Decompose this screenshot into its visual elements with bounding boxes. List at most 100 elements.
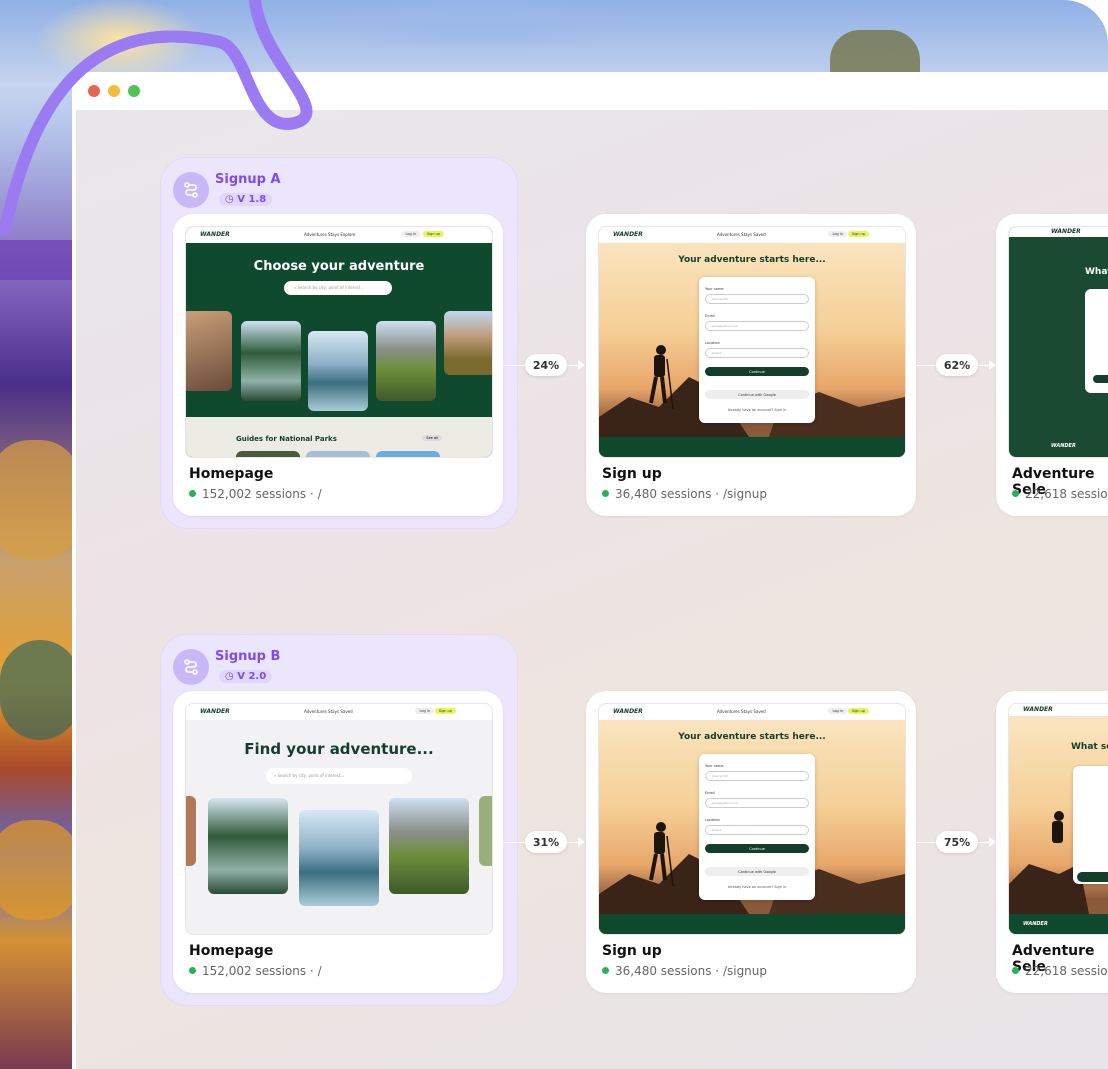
status-dot [189, 490, 196, 497]
preview-login-button: Log in [401, 231, 420, 237]
page-preview: WANDER Adventures Stays Saved Log in Sig… [598, 703, 906, 935]
preview-selection-panel [1073, 766, 1108, 884]
preview-email-field: jane@yahoo.com [705, 321, 809, 331]
preview-photo [389, 798, 469, 894]
preview-signup-form: Your name Jane Smith Email jane@yahoo.co… [699, 754, 815, 900]
preview-field-placeholder: Jane Smith [712, 774, 729, 778]
session-count: 36,480 sessions [615, 487, 712, 501]
preview-location-select: Select... [705, 348, 809, 358]
preview-continue-button [1093, 375, 1108, 383]
version-label: V 1.8 [237, 194, 267, 205]
page-preview: WANDER Adventures Stays Saved Log in Sig… [185, 703, 493, 935]
preview-headline: Find your adventure... [244, 740, 434, 758]
page-card-homepage[interactable]: WANDER Adventures Stays Explore Log in S… [173, 214, 503, 516]
page-card-signup[interactable]: WANDER Adventures Stays Saved Log in Sig… [586, 691, 916, 993]
preview-photo [236, 451, 300, 457]
preview-logo: WANDER [1023, 706, 1053, 713]
preview-signup-button: Sign up [434, 708, 456, 714]
status-dot [1012, 490, 1019, 497]
session-count: 22,618 session [1025, 487, 1108, 501]
preview-logo: WANDER [613, 231, 643, 238]
page-stats: 36,480 sessions · /signup [602, 964, 767, 978]
version-badge: ◷ V 2.0 [219, 670, 273, 683]
page-stats: 22,618 session [1012, 964, 1108, 978]
preview-see-all-button: See all [422, 435, 442, 441]
preview-nav-links: Adventures Stays Explore [304, 232, 356, 237]
preview-login-button: Log in [828, 231, 847, 237]
status-dot [1012, 967, 1019, 974]
preview-navbar: WANDER Adventures Stays Saved Log in Sig… [599, 704, 905, 720]
preview-photo [241, 321, 301, 401]
page-card-adventure-selection[interactable]: WANDER What so WANDER Adventure Sele 22,… [996, 691, 1108, 993]
conversion-rate[interactable]: 75% [936, 831, 978, 853]
preview-search-bar: ⌕ Search by city, point of interest... [284, 281, 392, 295]
page-stats: 152,002 sessions · / [189, 964, 322, 978]
preview-nav-links: Adventures Stays Saved [717, 709, 766, 714]
preview-footer: WANDER [1009, 914, 1108, 934]
preview-continue-button: Continue [705, 367, 809, 376]
preview-logo: WANDER [1051, 228, 1081, 235]
preview-email-field: jane@yahoo.com [705, 798, 809, 808]
preview-navbar: WANDER Adventures Stays Saved Log in Sig… [186, 704, 492, 720]
preview-photo [186, 796, 196, 866]
preview-search-placeholder: Search by city, point of interest... [277, 773, 345, 778]
flow-icon [173, 649, 209, 685]
group-title: Signup A [215, 172, 281, 187]
preview-signup-form: Your name Jane Smith Email jane@yahoo.co… [699, 277, 815, 423]
preview-photo [308, 331, 368, 411]
preview-google-button: Continue with Google [705, 867, 809, 876]
status-dot [189, 967, 196, 974]
preview-field-label: Email [705, 314, 715, 318]
session-count: 22,618 session [1025, 964, 1108, 978]
preview-google-button: Continue with Google [705, 390, 809, 399]
preview-login-button: Log in [828, 708, 847, 714]
preview-guides-section: Guides for National Parks See all [186, 417, 492, 457]
page-preview: WANDER What so WANDER [1008, 703, 1108, 935]
preview-footer [599, 914, 905, 934]
page-preview: WANDER Adventures Stays Explore Log in S… [185, 226, 493, 458]
preview-signin-link: Already have an account? Sign in [727, 408, 787, 412]
page-name: Sign up [602, 466, 662, 482]
page-path: / [317, 964, 322, 978]
conversion-rate[interactable]: 62% [936, 354, 978, 376]
page-preview: WANDER What WANDER [1008, 226, 1108, 458]
page-card-homepage[interactable]: WANDER Adventures Stays Saved Log in Sig… [173, 691, 503, 993]
preview-field-label: Email [705, 791, 715, 795]
preview-field-placeholder: jane@yahoo.com [712, 324, 738, 328]
page-preview: WANDER Adventures Stays Saved Log in Sig… [598, 226, 906, 458]
conversion-rate[interactable]: 24% [525, 354, 567, 376]
preview-photo [376, 321, 436, 401]
preview-signup-button: Sign up [422, 231, 444, 237]
preview-photo [479, 796, 492, 866]
conversion-rate[interactable]: 31% [525, 831, 567, 853]
preview-field-label: Your name [705, 287, 724, 291]
preview-login-button: Log in [415, 708, 434, 714]
preview-field-label: Location [705, 341, 720, 345]
arrow-right-icon [578, 360, 585, 370]
preview-navbar: WANDER [1009, 704, 1108, 716]
preview-field-placeholder: Jane Smith [712, 297, 729, 301]
page-card-signup[interactable]: WANDER Adventures Stays Saved Log in Sig… [586, 214, 916, 516]
preview-photo [186, 311, 232, 391]
preview-field-placeholder: Select... [712, 351, 725, 355]
preview-signup-button: Sign up [847, 231, 869, 237]
version-label: V 2.0 [237, 671, 267, 682]
status-dot [602, 967, 609, 974]
page-card-adventure-selection[interactable]: WANDER What WANDER Adventure Sele 22,618… [996, 214, 1108, 516]
page-stats: 152,002 sessions · / [189, 487, 322, 501]
preview-footer-logo: WANDER [1051, 443, 1076, 449]
page-path: /signup [722, 964, 768, 978]
arrow-right-icon [578, 837, 585, 847]
preview-logo: WANDER [613, 708, 643, 715]
preview-field-label: Your name [705, 764, 724, 768]
preview-field-label: Location [705, 818, 720, 822]
page-path: /signup [722, 487, 768, 501]
preview-headline: Your adventure starts here... [678, 255, 826, 265]
preview-nav-links: Adventures Stays Saved [717, 232, 766, 237]
preview-footer [599, 437, 905, 457]
preview-logo: WANDER [200, 231, 230, 238]
flow-icon [173, 172, 209, 208]
preview-photo [299, 810, 379, 906]
preview-logo: WANDER [200, 708, 230, 715]
preview-name-field: Jane Smith [705, 771, 809, 781]
